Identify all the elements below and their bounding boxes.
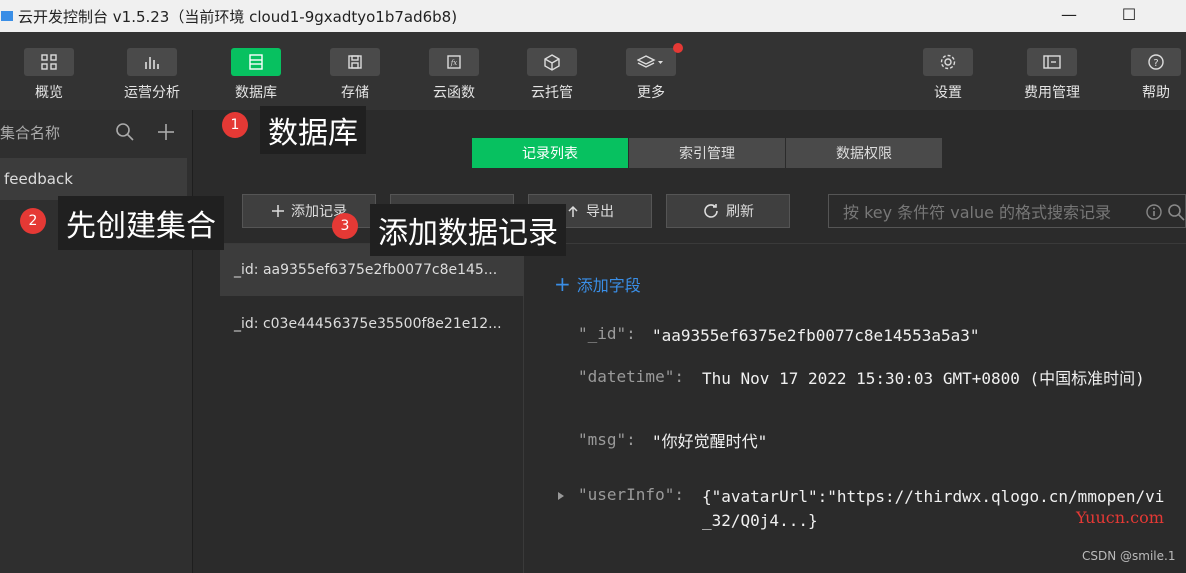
- search-icon[interactable]: [115, 122, 135, 142]
- tab-data-permissions[interactable]: 数据权限: [786, 138, 942, 168]
- notification-dot: [673, 43, 683, 53]
- svg-text:fx: fx: [450, 59, 458, 67]
- refresh-label: 刷新: [726, 204, 754, 220]
- collection-name-header: 集合名称: [0, 123, 61, 142]
- tool-label: 费用管理: [1024, 85, 1080, 101]
- tool-storage[interactable]: 存储: [325, 48, 385, 102]
- search-placeholder: 按 key 条件符 value 的格式搜索记录: [843, 203, 1112, 222]
- callout-badge: 2: [20, 208, 46, 234]
- collection-sidebar: 集合名称 feedback: [0, 110, 193, 573]
- list-item[interactable]: _id: c03e44456375e35500f8e21e12...: [220, 298, 524, 350]
- site-watermark: Yuucn.com: [1076, 508, 1164, 527]
- info-icon[interactable]: [1145, 203, 1163, 221]
- field-row: "_id": "aa9355ef6375e2fb0077c8e14553a5a3…: [578, 324, 980, 348]
- app-icon: [1, 11, 13, 21]
- tool-help[interactable]: ? 帮助: [1126, 48, 1186, 102]
- field-value[interactable]: "你好觉醒时代": [652, 430, 767, 454]
- tool-label: 帮助: [1142, 85, 1170, 101]
- record-search-input[interactable]: 按 key 条件符 value 的格式搜索记录: [828, 194, 1186, 228]
- tool-label: 云函数: [433, 85, 475, 101]
- field-row: "datetime": Thu Nov 17 2022 15:30:03 GMT…: [578, 367, 1162, 391]
- tool-analytics[interactable]: 运营分析: [122, 48, 182, 102]
- tool-label: 运营分析: [124, 85, 180, 101]
- main-panel: 记录列表 索引管理 数据权限 添加记录 导入 导出 刷新 按 key 条件符 v…: [194, 110, 1186, 573]
- field-key: "_id":: [578, 324, 636, 343]
- add-field-label: 添加字段: [576, 276, 641, 295]
- field-value[interactable]: "aa9355ef6375e2fb0077c8e14553a5a3": [652, 324, 980, 348]
- add-collection-icon[interactable]: [156, 122, 176, 142]
- expand-arrow-icon[interactable]: [556, 490, 566, 502]
- gear-icon: [923, 48, 973, 76]
- callout-label: 添加数据记录: [370, 204, 566, 256]
- field-value[interactable]: Thu Nov 17 2022 15:30:03 GMT+0800 (中国标准时…: [702, 367, 1162, 391]
- add-field-button[interactable]: + 添加字段: [554, 272, 641, 296]
- record-id: _id: aa9355ef6375e2fb0077c8e145...: [234, 262, 498, 278]
- maximize-button[interactable]: ☐: [1106, 0, 1152, 28]
- title-bar: 云开发控制台 v1.5.23（当前环境 cloud1-9gxadtyo1b7ad…: [0, 0, 1186, 32]
- sidebar-header: 集合名称: [0, 110, 192, 154]
- tab-index-management[interactable]: 索引管理: [629, 138, 785, 168]
- tool-label: 更多: [637, 85, 665, 101]
- layers-icon: [626, 48, 676, 76]
- record-id: _id: c03e44456375e35500f8e21e12...: [234, 316, 502, 332]
- minimize-button[interactable]: —: [1046, 0, 1092, 28]
- tool-label: 云托管: [531, 85, 573, 101]
- field-row: "msg": "你好觉醒时代": [578, 430, 767, 454]
- tool-label: 存储: [341, 85, 369, 101]
- refresh-button[interactable]: 刷新: [666, 194, 790, 228]
- callout-label: 先创建集合: [58, 196, 224, 250]
- plus-icon: +: [554, 272, 571, 296]
- export-label: 导出: [586, 204, 614, 220]
- tool-settings[interactable]: 设置: [918, 48, 978, 102]
- refresh-icon: [704, 204, 718, 218]
- sidebar-item-feedback[interactable]: feedback: [0, 158, 187, 200]
- database-icon: [231, 48, 281, 76]
- tool-cloud-functions[interactable]: fx 云函数: [424, 48, 484, 102]
- export-icon: [568, 205, 578, 217]
- field-key: "datetime":: [578, 367, 684, 386]
- callout-badge: 1: [222, 112, 248, 138]
- field-key: "userInfo":: [578, 485, 684, 504]
- callout-badge: 3: [332, 213, 358, 239]
- tool-billing[interactable]: 费用管理: [1022, 48, 1082, 102]
- save-icon: [330, 48, 380, 76]
- callout-label: 数据库: [260, 106, 366, 154]
- tool-overview[interactable]: 概览: [19, 48, 79, 102]
- tool-cloud-hosting[interactable]: 云托管: [522, 48, 582, 102]
- grid-icon: [24, 48, 74, 76]
- tool-more[interactable]: 更多: [621, 43, 683, 102]
- tool-label: 数据库: [235, 85, 277, 101]
- bar-chart-icon: [127, 48, 177, 76]
- cube-icon: [527, 48, 577, 76]
- svg-text:?: ?: [1153, 58, 1158, 69]
- record-list: _id: aa9355ef6375e2fb0077c8e145... _id: …: [220, 244, 524, 573]
- tool-label: 设置: [934, 85, 962, 101]
- card-icon: [1027, 48, 1077, 76]
- collection-label: feedback: [4, 170, 73, 188]
- search-icon[interactable]: [1167, 203, 1185, 221]
- tool-database[interactable]: 数据库: [226, 48, 286, 102]
- main-toolbar: 概览 运营分析 数据库 存储 fx 云函数 云托管 更多 设置 费用管理 ? 帮…: [0, 32, 1186, 110]
- tab-record-list[interactable]: 记录列表: [472, 138, 628, 168]
- author-watermark: CSDN @smile.1: [1082, 549, 1176, 563]
- help-icon: ?: [1131, 48, 1181, 76]
- plus-icon: [272, 205, 284, 217]
- window-title: 云开发控制台 v1.5.23（当前环境 cloud1-9gxadtyo1b7ad…: [18, 7, 458, 26]
- tool-label: 概览: [35, 85, 63, 101]
- field-key: "msg":: [578, 430, 636, 449]
- function-icon: fx: [429, 48, 479, 76]
